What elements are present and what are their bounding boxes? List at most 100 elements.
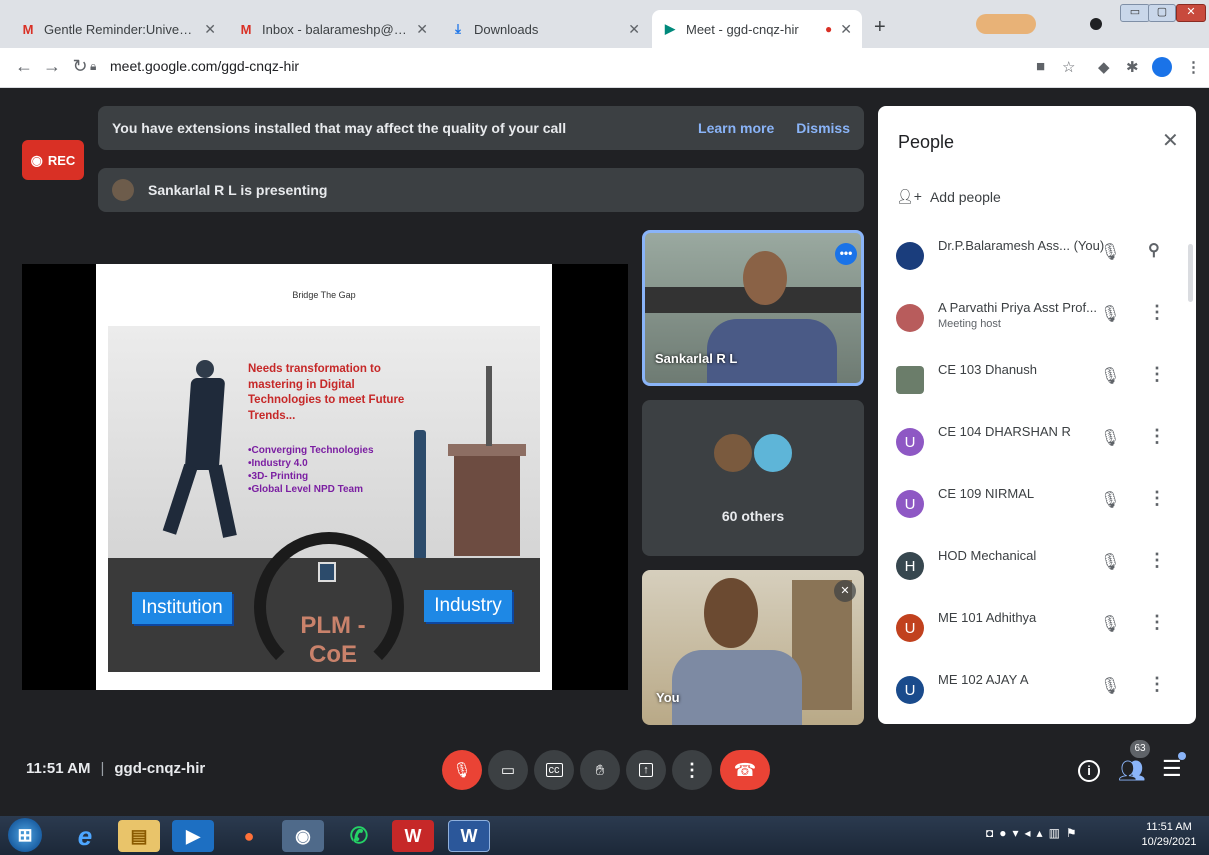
self-face-shape (704, 578, 758, 648)
windows-icon: ⊞ (17, 824, 33, 845)
back-arrow-icon[interactable]: ← (12, 56, 36, 77)
tab-label: Gentle Reminder:University Distr (44, 21, 194, 37)
presenter-avatar (112, 179, 134, 201)
tab-downloads[interactable]: ⤓ Downloads ✕ (440, 10, 650, 48)
chat-icon: ☰ (1162, 756, 1182, 781)
clock-date: 10/29/2021 (1141, 836, 1197, 848)
participant-row[interactable]: CE 103 Dhanush 🎙︎ ⋮ (878, 352, 1196, 408)
mic-off-icon: 🎙︎ (1100, 244, 1121, 261)
more-options-icon[interactable]: ⋮ (1148, 364, 1166, 385)
tab-gmail-inbox[interactable]: M Inbox - balarameshp@gmail.com ✕ (228, 10, 438, 48)
puzzle-icon[interactable]: ✱ (1126, 58, 1139, 76)
reload-icon[interactable]: ↻ (68, 56, 92, 77)
chrome-icon[interactable]: ◉ (282, 820, 324, 852)
address-bar: ← → ↻ 🔒︎ meet.google.com/ggd-cnqz-hir ■ … (0, 48, 1209, 88)
profile-avatar[interactable] (1152, 57, 1172, 77)
whatsapp-icon[interactable]: ✆ (338, 820, 380, 852)
slide-bullets: •Converging Technologies •Industry 4.0 •… (248, 444, 418, 496)
media-player-icon[interactable]: ▶ (172, 820, 214, 852)
chat-button[interactable]: ☰ (1162, 756, 1182, 782)
more-options-icon[interactable]: ⋮ (1148, 612, 1166, 633)
system-tray-icons[interactable]: ◘●▾◂▴▥⚑ (986, 826, 1083, 840)
participant-row[interactable]: A Parvathi Priya Asst Prof... Meeting ho… (878, 290, 1196, 346)
meeting-info: 11:51 AM | ggd-cnqz-hir (26, 760, 205, 777)
learn-more-link[interactable]: Learn more (698, 120, 774, 136)
forward-arrow-icon[interactable]: → (40, 56, 64, 77)
self-video-tile[interactable]: ✕ You (642, 570, 864, 725)
menu-icon[interactable]: ⋮ (1186, 58, 1201, 76)
avatar: U (896, 614, 924, 642)
participant-row[interactable]: H HOD Mechanical 🎙︎ ⋮ (878, 538, 1196, 594)
others-tile[interactable]: 60 others (642, 400, 864, 556)
more-options-icon[interactable]: ⋮ (1148, 302, 1166, 323)
add-people-button[interactable]: 👤︎+ Add people (896, 188, 1001, 205)
hang-up-icon: ☎︎ (733, 759, 757, 780)
self-name: You (656, 690, 680, 705)
person-leg-shape (162, 463, 198, 535)
camera-icon[interactable]: ■ (1036, 58, 1045, 75)
explorer-icon[interactable]: ▤ (118, 820, 160, 852)
close-icon[interactable]: ✕ (204, 21, 216, 38)
banner-text: You have extensions installed that may a… (112, 120, 567, 136)
slide-headline: Needs transformation to mastering in Dig… (248, 363, 405, 422)
firefox-icon[interactable]: ● (228, 820, 270, 852)
mic-off-icon: 🎙︎ (1100, 306, 1121, 323)
participant-row[interactable]: U CE 109 NIRMAL 🎙︎ ⋮ (878, 476, 1196, 532)
clock[interactable]: 11:51 AM 10/29/2021 (1136, 820, 1202, 850)
meeting-code: ggd-cnqz-hir (114, 760, 206, 777)
more-options-icon[interactable]: ⋮ (1148, 674, 1166, 695)
participant-name: CE 103 Dhanush (938, 362, 1038, 377)
raise-hand-button[interactable]: ✋︎ (580, 750, 620, 790)
url-field[interactable]: meet.google.com/ggd-cnqz-hir (110, 58, 299, 74)
participant-row[interactable]: Dr.P.Balaramesh Ass... (You) 🎙︎ ⚲ (878, 228, 1196, 284)
gmail-icon: M (240, 21, 252, 37)
avatar (896, 304, 924, 332)
captions-button[interactable]: cc (534, 750, 574, 790)
participant-row[interactable]: U ME 101 Adhithya 🎙︎ ⋮ (878, 600, 1196, 656)
more-options-icon[interactable]: ⋮ (1148, 488, 1166, 509)
minimize-button[interactable]: ▭ (1120, 4, 1150, 22)
more-options-button[interactable]: ⋮ (672, 750, 712, 790)
maximize-button[interactable]: ▢ (1148, 4, 1176, 22)
clock-time: 11:51 AM (1146, 821, 1192, 833)
window-close-button[interactable]: ✕ (1176, 4, 1206, 22)
tab-meet[interactable]: ▶ Meet - ggd-cnqz-hir ● ✕ (652, 10, 862, 48)
dismiss-button[interactable]: Dismiss (796, 120, 850, 136)
app-icon[interactable]: W (392, 820, 434, 852)
tab-label: Meet - ggd-cnqz-hir (686, 21, 799, 37)
lock-icon: 🔒︎ (90, 59, 97, 73)
presenter-video-tile[interactable]: ••• Sankarlal R L (642, 230, 864, 386)
close-icon[interactable]: ✕ (1162, 128, 1179, 153)
more-options-icon[interactable]: ⋮ (1148, 426, 1166, 447)
close-icon[interactable]: ✕ (416, 21, 428, 38)
word-icon[interactable]: W (448, 820, 490, 852)
more-options-icon[interactable]: ⋮ (1148, 550, 1166, 571)
mic-off-icon: ✕ (834, 580, 856, 602)
profile-chip[interactable] (976, 14, 1036, 34)
mic-toggle-button[interactable]: 🎙︎ (442, 750, 482, 790)
mic-off-icon: 🎙︎ (1100, 430, 1121, 447)
close-icon[interactable]: ✕ (840, 21, 852, 38)
start-button[interactable]: ⊞ (8, 818, 42, 852)
participant-row[interactable]: U CE 104 DHARSHAN R 🎙︎ ⋮ (878, 414, 1196, 470)
avatar: U (896, 490, 924, 518)
camera-toggle-button[interactable]: ▭ (488, 750, 528, 790)
more-options-icon[interactable]: ••• (835, 243, 857, 265)
participant-avatar (712, 432, 754, 474)
star-icon[interactable]: ☆ (1062, 58, 1075, 76)
leave-call-button[interactable]: ☎︎ (720, 750, 770, 790)
pin-icon[interactable]: ⚲ (1148, 240, 1160, 260)
close-icon[interactable]: ✕ (628, 21, 640, 38)
tab-gmail-reminder[interactable]: M Gentle Reminder:University Distr ✕ (10, 10, 226, 48)
avatar (896, 366, 924, 394)
participant-row[interactable]: U ME 102 AJAY A 🎙︎ ⋮ (878, 662, 1196, 718)
extension-icon[interactable]: ◆ (1098, 58, 1110, 76)
participant-name: HOD Mechanical (938, 548, 1037, 563)
others-count: 60 others (721, 508, 785, 524)
present-button[interactable]: ↑ (626, 750, 666, 790)
people-button[interactable]: 👥︎ (1118, 758, 1146, 784)
meeting-details-button[interactable]: i (1078, 760, 1100, 782)
self-shirt-shape (672, 650, 802, 725)
ie-icon[interactable]: e (64, 820, 106, 852)
new-tab-button[interactable]: + (874, 16, 886, 39)
